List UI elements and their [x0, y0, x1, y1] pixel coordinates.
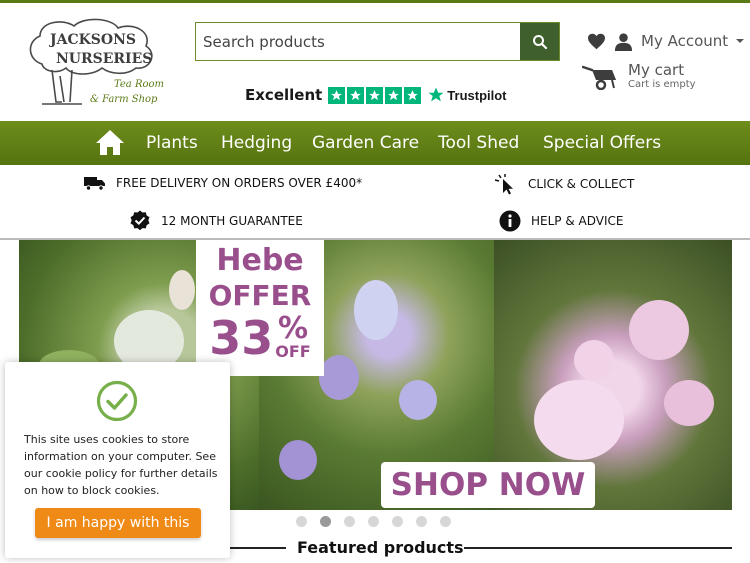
cookie-consent-popup: This site uses cookies to store informat…: [5, 362, 230, 558]
featured-products-heading: Featured products: [297, 538, 464, 557]
heart-icon[interactable]: [587, 33, 606, 50]
trustpilot-rating[interactable]: Excellent Trustpilot: [245, 84, 507, 106]
featured-divider-left: [230, 547, 286, 549]
svg-text:NURSERIES: NURSERIES: [56, 51, 152, 67]
trustpilot-stars: [328, 86, 422, 104]
top-accent-line: [0, 0, 750, 3]
jacksons-nurseries-logo[interactable]: JACKSONS NURSERIES Tea Room & Farm Shop: [22, 14, 172, 110]
nav-item-hedging[interactable]: Hedging: [221, 133, 292, 153]
account-area: My Account: [587, 30, 745, 52]
usp-help-text: HELP & ADVICE: [531, 214, 624, 228]
star-icon: [328, 86, 346, 104]
carousel-dot[interactable]: [416, 516, 427, 527]
nav-item-garden-care[interactable]: Garden Care: [312, 133, 419, 153]
star-icon: [385, 86, 403, 104]
trustpilot-rating-word: Excellent: [245, 86, 323, 104]
usp-guarantee-text: 12 MONTH GUARANTEE: [161, 214, 303, 228]
featured-divider-right: [464, 547, 732, 549]
offer-percent-symbol: %: [277, 311, 309, 346]
cart-title: My cart: [628, 61, 685, 79]
truck-icon: [84, 177, 105, 191]
offer-percent-off: OFF: [275, 342, 311, 361]
star-icon: [366, 86, 384, 104]
check-circle-icon: [96, 380, 138, 422]
shop-now-button[interactable]: SHOP NOW: [381, 462, 595, 508]
trustpilot-star-icon: [428, 87, 444, 102]
cookie-message: This site uses cookies to store informat…: [24, 433, 218, 497]
cursor-click-icon: [494, 174, 513, 195]
cookie-accept-button[interactable]: I am happy with this: [35, 508, 201, 538]
offer-plant-name: Hebe: [216, 243, 304, 278]
chevron-down-icon[interactable]: [736, 38, 745, 44]
home-icon[interactable]: [95, 129, 125, 156]
search-bar: [195, 22, 560, 61]
carousel-dot[interactable]: [440, 516, 451, 527]
offer-percent-number: 33: [209, 311, 274, 365]
main-nav: Plants Hedging Garden Care Tool Shed Spe…: [0, 121, 750, 165]
nav-item-special-offers[interactable]: Special Offers: [543, 133, 661, 153]
star-icon: [404, 86, 422, 104]
carousel-dot[interactable]: [344, 516, 355, 527]
offer-badge: Hebe OFFER 33 % OFF: [196, 240, 324, 376]
usp-guarantee[interactable]: 12 MONTH GUARANTEE: [129, 210, 303, 232]
verified-badge-icon: [130, 210, 150, 231]
user-icon[interactable]: [614, 32, 633, 51]
search-input[interactable]: [196, 23, 520, 60]
search-button[interactable]: [520, 23, 559, 60]
svg-text:& Farm Shop: & Farm Shop: [90, 94, 158, 105]
cart-status: Cart is empty: [628, 79, 696, 90]
cart-area[interactable]: My cart Cart is empty: [582, 62, 696, 91]
trustpilot-brand: Trustpilot: [447, 87, 507, 103]
usp-delivery[interactable]: FREE DELIVERY ON ORDERS OVER £400*: [84, 175, 362, 191]
nav-item-plants[interactable]: Plants: [146, 133, 198, 153]
carousel-dot[interactable]: [392, 516, 403, 527]
svg-text:Tea Room: Tea Room: [114, 79, 164, 90]
carousel-dot-active[interactable]: [320, 516, 331, 527]
offer-percentage: 33 % OFF: [196, 312, 324, 364]
svg-text:JACKSONS: JACKSONS: [48, 32, 136, 48]
info-icon: [499, 210, 521, 232]
usp-delivery-text: FREE DELIVERY ON ORDERS OVER £400*: [116, 176, 363, 190]
wheelbarrow-icon: [582, 65, 616, 90]
carousel-dot[interactable]: [296, 516, 307, 527]
star-icon: [347, 86, 365, 104]
usp-help[interactable]: HELP & ADVICE: [499, 210, 623, 232]
search-icon: [532, 34, 547, 49]
carousel-dot[interactable]: [368, 516, 379, 527]
offer-label: OFFER: [208, 279, 312, 312]
usp-click-collect-text: CLICK & COLLECT: [528, 177, 635, 191]
nav-item-tool-shed[interactable]: Tool Shed: [438, 133, 519, 153]
trustpilot-logo: Trustpilot: [427, 86, 507, 104]
carousel-dots: [296, 516, 451, 527]
usp-click-collect[interactable]: CLICK & COLLECT: [494, 173, 634, 195]
my-account-link[interactable]: My Account: [641, 32, 728, 50]
